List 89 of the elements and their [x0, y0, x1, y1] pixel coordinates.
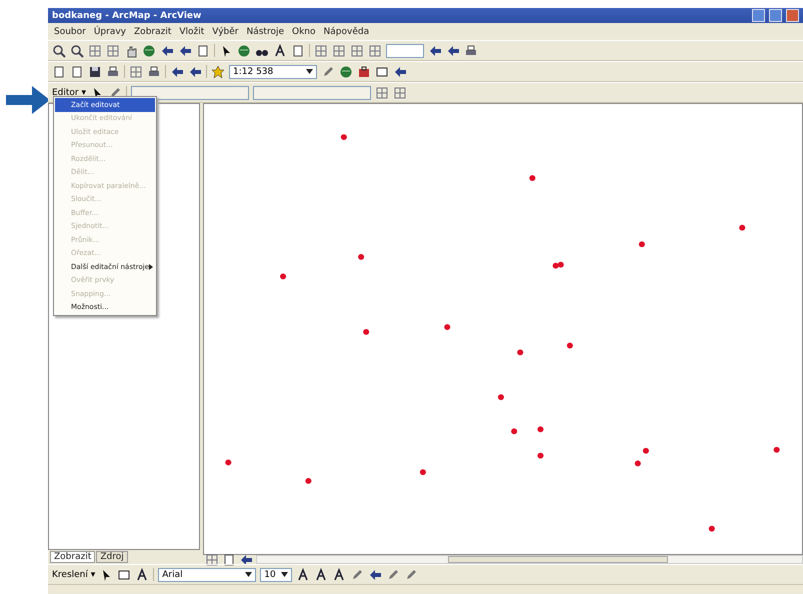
grid-icon[interactable]	[332, 44, 346, 58]
text-icon[interactable]	[314, 568, 328, 582]
menu-item[interactable]: Výběr	[212, 26, 238, 36]
grid-icon[interactable]	[350, 44, 364, 58]
grid-icon[interactable]	[106, 44, 120, 58]
font-size-field[interactable]: 10	[260, 568, 292, 582]
point-marker	[638, 241, 645, 248]
caret-icon[interactable]	[281, 572, 288, 577]
pointer-arrow-icon	[6, 86, 50, 114]
page-icon[interactable]	[291, 44, 305, 58]
scale-field[interactable]: 1:12 538	[229, 64, 317, 78]
target-field[interactable]	[253, 86, 372, 100]
menu-item[interactable]: Okno	[292, 26, 316, 36]
menu-item[interactable]: Nápověda	[324, 26, 370, 36]
point-marker	[708, 526, 715, 532]
pencil-icon[interactable]	[404, 568, 418, 582]
point-marker	[444, 324, 450, 330]
arrow-icon[interactable]	[188, 64, 202, 78]
page-icon[interactable]	[222, 552, 236, 566]
window-title: bodkaneg - ArcMap - ArcView	[52, 10, 202, 20]
panel-tab[interactable]: Zdroj	[96, 551, 128, 563]
arrow-icon[interactable]	[178, 44, 192, 58]
page-icon[interactable]	[196, 44, 210, 58]
point-marker	[305, 478, 312, 484]
grid-icon[interactable]	[368, 44, 382, 58]
point-marker	[537, 452, 544, 459]
point-marker	[225, 460, 232, 466]
rectangle-icon[interactable]	[117, 568, 132, 582]
menu-item[interactable]: Vložit	[179, 26, 204, 36]
grid-icon[interactable]	[205, 552, 219, 566]
point-marker	[358, 254, 364, 260]
point-marker	[642, 448, 649, 454]
page-icon[interactable]	[52, 64, 66, 78]
point-marker	[340, 134, 347, 140]
grid-icon[interactable]	[314, 44, 328, 58]
point-marker	[280, 273, 286, 280]
zoom-icon[interactable]	[70, 44, 84, 58]
point-marker	[739, 224, 746, 231]
point-marker	[566, 342, 573, 348]
pencil-icon[interactable]	[350, 568, 364, 582]
menu-item[interactable]: Nástroje	[246, 26, 284, 36]
horizontal-scrollbar[interactable]	[256, 555, 803, 564]
pencil-icon[interactable]	[321, 64, 335, 78]
menu-item[interactable]: Zobrazit	[134, 26, 172, 36]
text-icon[interactable]	[332, 568, 346, 582]
grid-icon[interactable]	[375, 86, 390, 100]
task-field[interactable]	[131, 86, 250, 100]
close-button[interactable]	[786, 9, 799, 22]
point-marker	[498, 394, 504, 400]
arrow-icon[interactable]	[368, 568, 382, 582]
zoom-icon[interactable]	[52, 44, 66, 58]
menu-item[interactable]: Soubor	[54, 26, 86, 36]
toolbox-icon[interactable]	[357, 64, 371, 78]
arrow-icon[interactable]	[160, 44, 174, 58]
point-marker	[363, 329, 370, 335]
arrow-icon[interactable]	[170, 64, 184, 78]
arrow-icon[interactable]	[428, 44, 442, 58]
caret-icon[interactable]	[306, 69, 313, 74]
rectangle-icon[interactable]	[375, 64, 389, 78]
point-marker	[774, 446, 780, 453]
printer-icon[interactable]	[106, 64, 120, 78]
menu-item[interactable]: Úpravy	[94, 26, 126, 36]
grid-icon[interactable]	[393, 86, 408, 100]
grid-icon[interactable]	[129, 64, 143, 78]
arrow-icon[interactable]	[239, 552, 253, 566]
panel-tab[interactable]: Zobrazit	[50, 551, 96, 563]
font-field[interactable]: Arial	[158, 568, 256, 582]
point-marker	[634, 460, 641, 466]
maximize-button[interactable]	[769, 9, 782, 22]
arrow-icon[interactable]	[446, 44, 460, 58]
drawing-menu-button[interactable]: Kreslení ▾	[52, 570, 96, 580]
point-marker	[420, 469, 426, 476]
point-marker	[517, 349, 524, 356]
printer-icon[interactable]	[464, 44, 478, 58]
text-icon[interactable]	[273, 44, 287, 58]
point-marker	[529, 175, 536, 181]
page-icon[interactable]	[70, 64, 84, 78]
text-icon[interactable]	[135, 568, 150, 582]
caret-icon[interactable]	[245, 572, 252, 577]
arrow-icon[interactable]	[393, 64, 407, 78]
text-icon[interactable]	[296, 568, 310, 582]
point-marker	[511, 428, 518, 434]
pencil-icon[interactable]	[386, 568, 400, 582]
editor-menu-button[interactable]: Editor ▾	[52, 88, 86, 98]
point-marker	[537, 426, 544, 432]
minimize-button[interactable]	[752, 9, 765, 22]
grid-icon[interactable]	[88, 44, 102, 58]
add-data-icon[interactable]	[211, 64, 225, 78]
printer-icon[interactable]	[147, 64, 161, 78]
